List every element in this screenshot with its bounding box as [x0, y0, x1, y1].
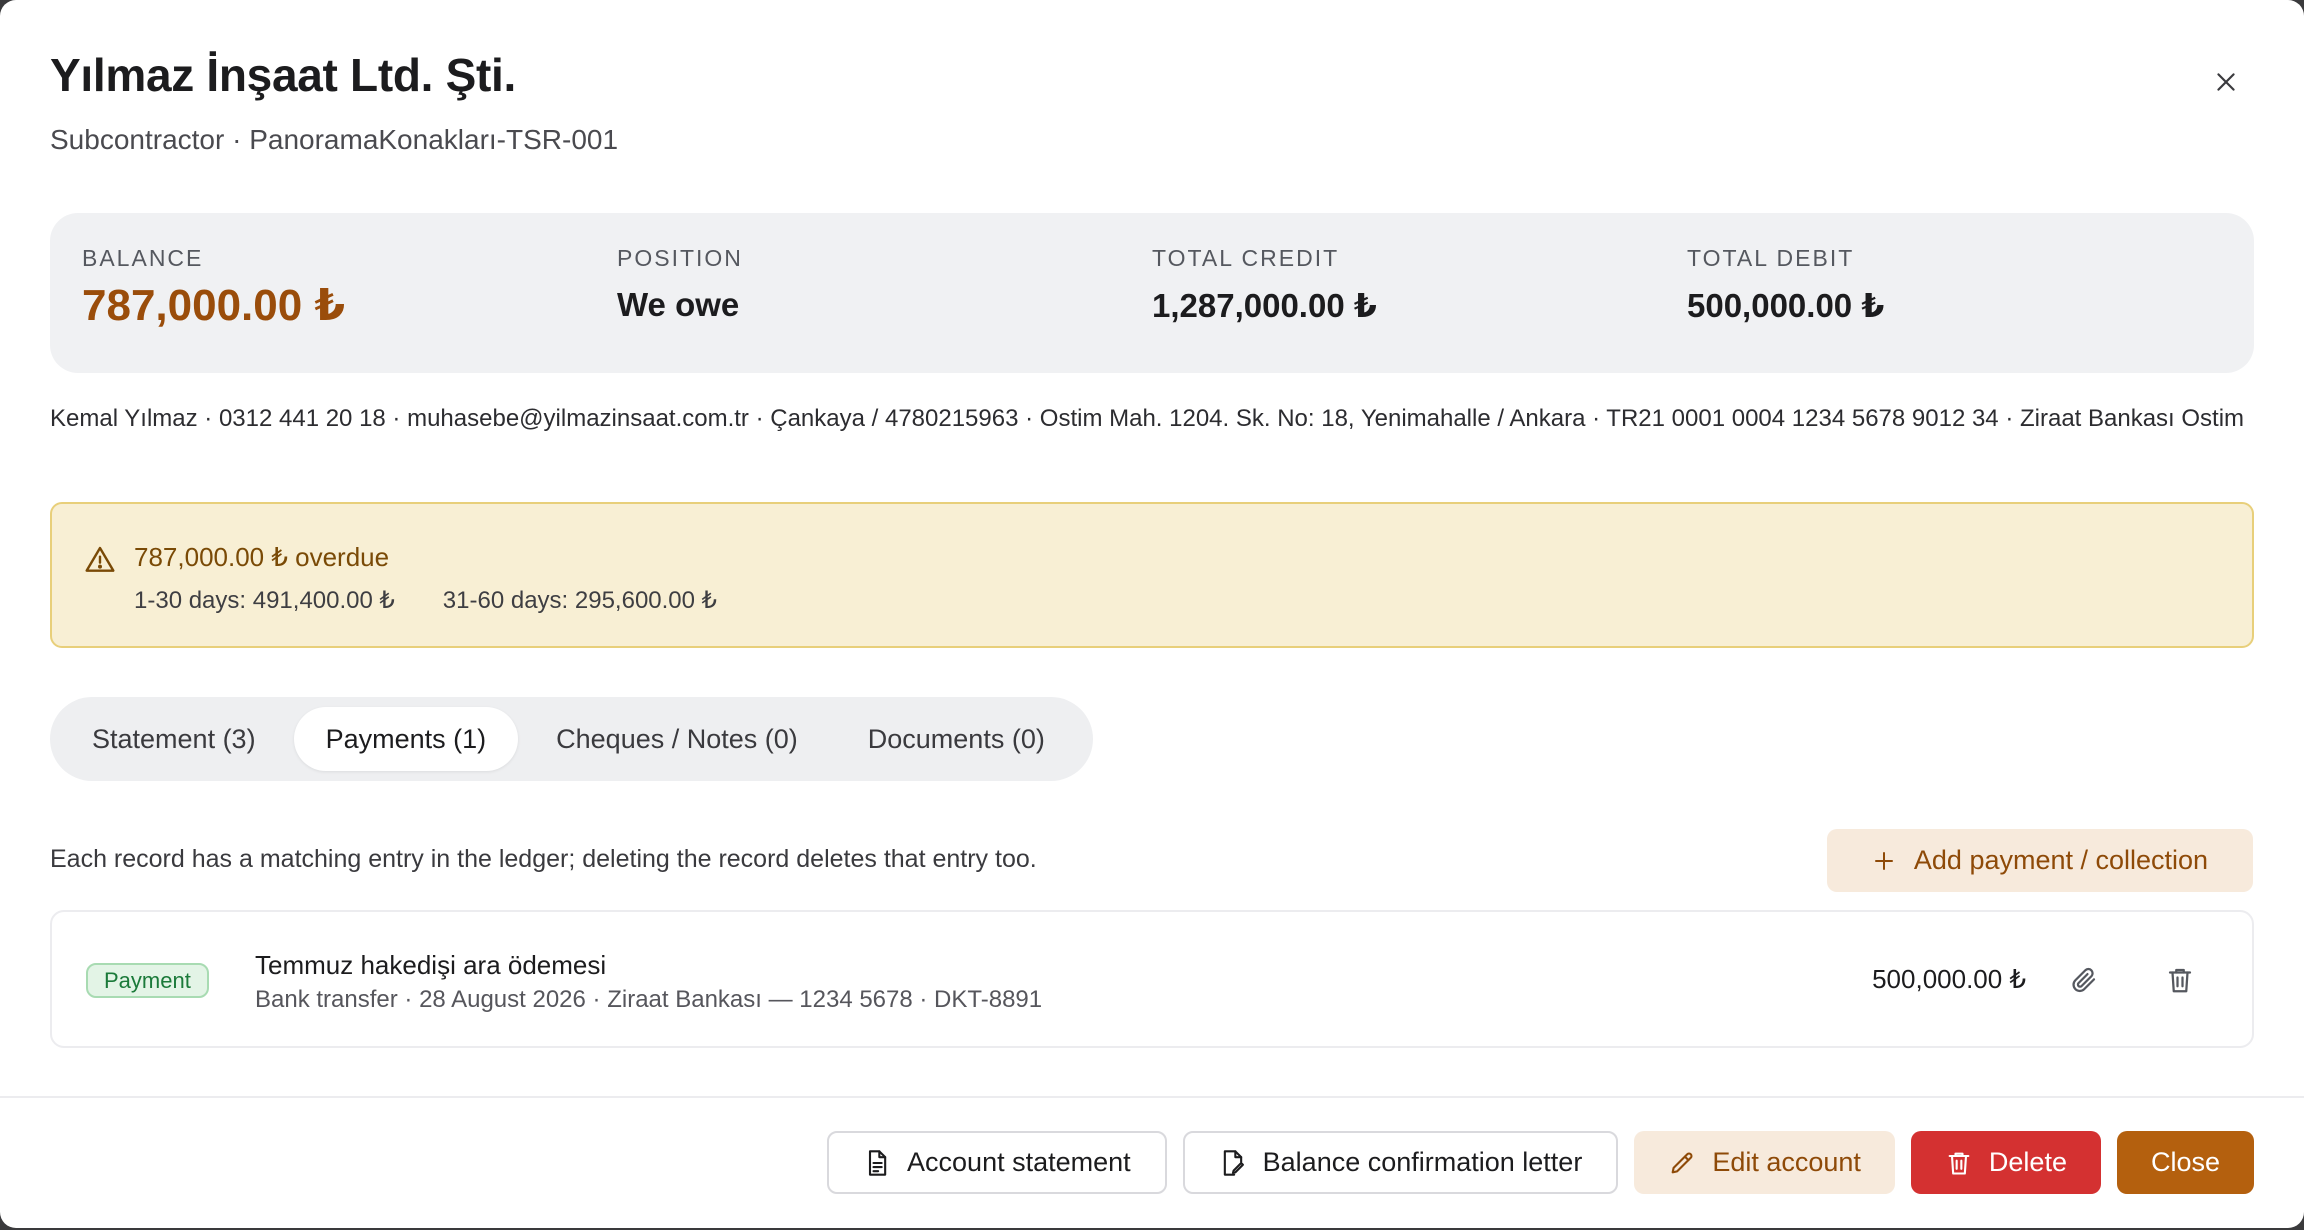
trash-icon[interactable]	[2162, 962, 2198, 998]
record-type-badge: Payment	[86, 963, 209, 998]
aging-bucket-31-60: 31-60 days: 295,600.00 ₺	[442, 587, 717, 614]
delete-label: Delete	[1988, 1147, 2067, 1177]
plus-icon	[1872, 849, 1896, 873]
document-signature-icon	[1219, 1149, 1247, 1177]
record-meta: Bank transfer · 28 August 2026 · Ziraat …	[255, 986, 1043, 1013]
trash-icon	[1945, 1149, 1973, 1177]
balance-label: BALANCE	[82, 245, 204, 271]
close-icon[interactable]	[2206, 62, 2246, 102]
balance-confirmation-label: Balance confirmation letter	[1262, 1147, 1583, 1177]
contact-details: Kemal Yılmaz · 0312 441 20 18 · muhasebe…	[50, 405, 2245, 432]
tab-bar: Statement (3) Payments (1) Cheques / Not…	[50, 697, 1093, 781]
total-credit-value: 1,287,000.00 ₺	[1152, 287, 1377, 324]
aging-bucket-1-30: 1-30 days: 491,400.00 ₺	[134, 587, 395, 614]
add-payment-label: Add payment / collection	[1913, 845, 2209, 875]
record-title: Temmuz hakedişi ara ödemesi	[255, 950, 607, 980]
modal-footer: Account statement Balance confirmation l…	[827, 1131, 2254, 1194]
tab-payments[interactable]: Payments (1)	[293, 707, 519, 771]
modal-header: Yılmaz İnşaat Ltd. Şti. Subcontractor · …	[50, 48, 618, 156]
account-detail-modal: Yılmaz İnşaat Ltd. Şti. Subcontractor · …	[0, 0, 2304, 1228]
ledger-info-text: Each record has a matching entry in the …	[50, 845, 1037, 873]
close-button[interactable]: Close	[2116, 1131, 2254, 1194]
payment-record: Payment Temmuz hakedişi ara ödemesi Bank…	[50, 910, 2254, 1048]
delete-account-button[interactable]: Delete	[1910, 1131, 2101, 1194]
total-debit-label: TOTAL DEBIT	[1687, 245, 1855, 271]
pencil-icon	[1668, 1149, 1696, 1177]
record-amount: 500,000.00 ₺	[1872, 964, 2026, 994]
aging-buckets: 1-30 days: 491,400.00 ₺ 31-60 days: 295,…	[134, 586, 717, 615]
total-debit-value: 500,000.00 ₺	[1687, 287, 1885, 324]
tab-cheques-notes[interactable]: Cheques / Notes (0)	[524, 707, 830, 771]
close-label: Close	[2150, 1147, 2220, 1177]
balance-summary: BALANCE 787,000.00 ₺ POSITION We owe TOT…	[50, 213, 2254, 373]
summary-balance: BALANCE 787,000.00 ₺	[82, 245, 617, 341]
page-title: Yılmaz İnşaat Ltd. Şti.	[50, 49, 516, 101]
summary-total-debit: TOTAL DEBIT 500,000.00 ₺	[1687, 245, 2222, 341]
summary-position: POSITION We owe	[617, 245, 1152, 341]
total-credit-label: TOTAL CREDIT	[1152, 245, 1340, 271]
edit-account-button[interactable]: Edit account	[1634, 1131, 1895, 1194]
overdue-total: 787,000.00 ₺ overdue	[134, 542, 390, 572]
page-subtitle: Subcontractor · PanoramaKonakları-TSR-00…	[50, 124, 619, 155]
summary-total-credit: TOTAL CREDIT 1,287,000.00 ₺	[1152, 245, 1687, 341]
overdue-alert: 787,000.00 ₺ overdue 1-30 days: 491,400.…	[50, 502, 2254, 648]
position-label: POSITION	[617, 245, 743, 271]
tab-statement[interactable]: Statement (3)	[60, 707, 288, 771]
tab-documents[interactable]: Documents (0)	[836, 707, 1077, 771]
add-payment-button[interactable]: Add payment / collection	[1827, 829, 2253, 892]
paperclip-icon[interactable]	[2066, 962, 2102, 998]
account-statement-label: Account statement	[907, 1147, 1131, 1177]
warning-triangle-icon	[84, 544, 116, 576]
position-value: We owe	[617, 286, 740, 323]
balance-value: 787,000.00 ₺	[82, 281, 346, 330]
account-statement-button[interactable]: Account statement	[827, 1131, 1167, 1194]
footer-divider	[0, 1096, 2304, 1098]
document-icon	[863, 1149, 891, 1177]
edit-account-label: Edit account	[1712, 1147, 1861, 1177]
balance-confirmation-button[interactable]: Balance confirmation letter	[1182, 1131, 1619, 1194]
